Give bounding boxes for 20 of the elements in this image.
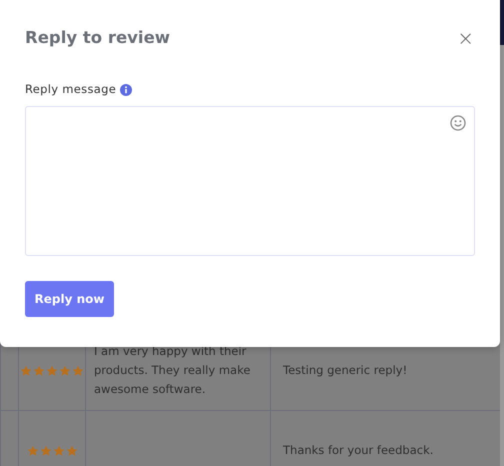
star-icon — [20, 364, 32, 376]
star-icon — [40, 444, 52, 456]
reply-text: Testing generic reply! — [283, 363, 408, 377]
star-icon — [72, 364, 84, 376]
close-button[interactable]: × — [457, 28, 474, 48]
reply-now-button[interactable]: Reply now — [25, 281, 114, 318]
star-icon — [66, 444, 78, 456]
field-label: Reply message — [25, 81, 116, 98]
star-icon — [33, 364, 45, 376]
star-icon — [52, 444, 64, 456]
smiley-icon[interactable] — [450, 115, 466, 132]
reply-message-field[interactable] — [25, 106, 475, 256]
reply-text: Thanks for your feedback. — [283, 443, 434, 457]
star-icon — [59, 364, 71, 376]
dialog-title: Reply to review — [25, 28, 170, 48]
review-text: I am very happy with their products. They really make awesome software. — [94, 344, 250, 396]
info-icon[interactable] — [120, 84, 132, 96]
star-icon — [46, 364, 58, 376]
scrollbar[interactable] — [500, 45, 504, 466]
star-icon — [26, 444, 38, 456]
